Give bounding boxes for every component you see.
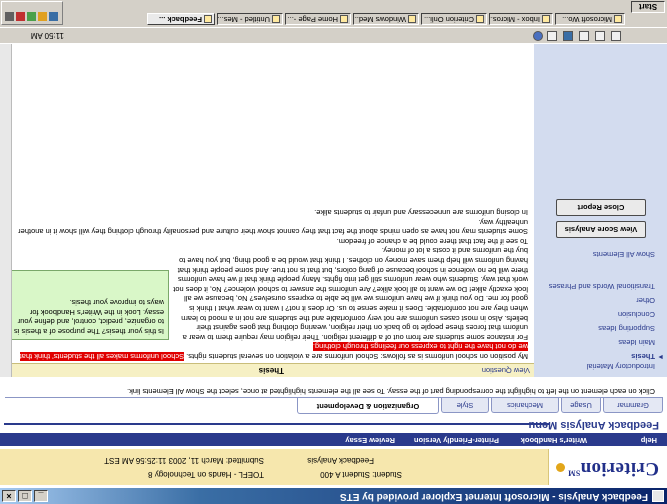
essay-sentence: My position on school uniforms is as fol… [184,352,528,361]
antivirus-icon[interactable] [27,12,36,21]
favorites-icon[interactable] [547,31,557,41]
submitted-date: Submitted: March 11, 2003 11:25:56 AM ES… [104,456,264,465]
tab-mechanics[interactable]: Mechanics [491,398,559,413]
student-info-band: Student: Student A 400 TOEFL - Hands on … [0,449,549,485]
thesis-feedback-popup: Is this your thesis? The purpose of a th… [7,270,169,340]
essay-paragraph-4: Some students may not have as open minds… [18,217,528,237]
tab-organization-development[interactable]: Organization & Development [297,397,439,414]
task-label: Windows Med... [353,15,406,24]
task-label: Feedback ... [159,15,202,24]
instructions-text: Click on each element on the left to hig… [127,387,655,396]
ie-icon [652,490,664,502]
menu-divider [4,423,549,425]
window-controls: _ □ × [2,490,48,502]
logo-dot-icon [555,462,565,472]
media-icon[interactable] [533,31,543,41]
task-label: Home Page -... [287,15,338,24]
sidebar-item-thesis[interactable]: Thesis [631,352,655,361]
nav-writers-handbook-link[interactable]: Writer's Handbook [521,436,587,445]
task-button-criterion[interactable]: Criterion Onli... [421,13,487,25]
screen: Feedback Analysis - Microsoft Internet E… [0,0,667,504]
site-header: CriterionSM Student: Student A 400 TOEFL… [0,445,667,488]
section-title: Thesis [258,366,284,375]
essay-panel: View Question Thesis My position on scho… [0,44,534,377]
sidebar-item-other[interactable]: Other [636,296,655,305]
task-button-word[interactable]: Microsoft Wo... [555,13,625,25]
task-button-feedback[interactable]: Feedback ... [147,13,215,25]
clock: 11:50 AM [30,31,64,40]
browser-icon [204,15,212,23]
tab-baseline [5,397,663,398]
report-name: Feedback Analysis [307,456,374,465]
nav-help-link[interactable]: Help [641,436,657,445]
tab-usage[interactable]: Usage [561,398,601,413]
back-icon[interactable] [611,31,621,41]
nav-printer-friendly-link[interactable]: Printer-Friendly Version [414,436,499,445]
essay-paragraph-1: My position on school uniforms is as fol… [8,342,528,361]
nav-review-essay-link[interactable]: Review Essay [345,436,395,445]
logo-text: Criterion [580,458,659,479]
view-score-analysis-button[interactable]: View Score Analysis [556,221,646,238]
inbox-icon [542,15,550,23]
browser-icon [340,15,348,23]
vertical-scrollbar[interactable] [0,44,12,377]
task-button-home[interactable]: Home Page -... [285,13,351,25]
window-title: Feedback Analysis - Microsoft Internet E… [339,491,648,502]
sidebar-item-transitional-words[interactable]: Transitional Words and Phrases [549,282,655,291]
window-title-bar[interactable]: Feedback Analysis - Microsoft Internet E… [0,488,667,504]
task-button-media[interactable]: Windows Med... [353,13,419,25]
logo-mark: SM [567,468,581,478]
forward-icon[interactable] [595,31,605,41]
task-label: Microsoft Wo... [562,15,612,24]
menu-title: Feedback Analysis Menu [528,419,659,431]
feedback-menu: Feedback Analysis Menu Grammar Usage Mec… [0,376,667,433]
word-icon [614,15,622,23]
course-name: TOEFL - Hands on Technology 8 [148,470,264,479]
current-item-arrow-icon: ► [657,353,664,360]
essay-panel-header: View Question Thesis [0,363,534,377]
volume-icon[interactable] [38,12,47,21]
task-button-untitled[interactable]: Untitled - Mes... [217,13,283,25]
printer-icon[interactable] [5,12,14,21]
sidebar-item-show-all[interactable]: Show All Elements [593,250,655,259]
view-question-link[interactable]: View Question [482,366,530,375]
maximize-button[interactable]: □ [18,490,32,502]
sidebar-item-main-ideas[interactable]: Main Ideas [618,338,655,347]
elements-sidebar: Introductory Material ► Thesis Main Idea… [534,44,667,377]
tab-grammar[interactable]: Grammar [603,398,663,413]
start-button[interactable]: Start [631,1,665,13]
task-button-inbox[interactable]: Inbox - Micros... [489,13,553,25]
criterion-logo: CriterionSM [555,457,659,479]
browser-toolbar: 11:50 AM [0,27,667,44]
sidebar-item-introductory-material[interactable]: Introductory Material [587,362,655,371]
essay-paragraph-5: In closing uniforms are unnecessary and … [314,208,528,218]
student-name: Student: Student A 400 [320,470,402,479]
sidebar-item-conclusion[interactable]: Conclusion [618,310,655,319]
taskbar: Start Microsoft Wo... Inbox - Micros... … [0,0,667,28]
home-icon[interactable] [563,31,573,41]
essay-paragraph-2: For instance some students are from out … [173,246,528,342]
media-player-icon [408,15,416,23]
top-nav: Help Writer's Handbook Printer-Friendly … [0,433,667,446]
system-tray [1,1,63,25]
task-label: Untitled - Mes... [217,15,270,24]
refresh-icon[interactable] [579,31,589,41]
message-icon [272,15,280,23]
minimize-button[interactable]: _ [34,490,48,502]
network-icon[interactable] [49,12,58,21]
essay-paragraph-3: To see if the fact that there could be a… [336,236,528,246]
tab-style[interactable]: Style [441,398,489,413]
browser-icon [476,15,484,23]
task-label: Criterion Onli... [423,15,474,24]
update-icon[interactable] [16,12,25,21]
close-button[interactable]: × [2,490,16,502]
sidebar-item-supporting-ideas[interactable]: Supporting Ideas [598,324,655,333]
task-label: Inbox - Micros... [489,15,540,24]
close-report-button[interactable]: Close Report [556,199,646,216]
